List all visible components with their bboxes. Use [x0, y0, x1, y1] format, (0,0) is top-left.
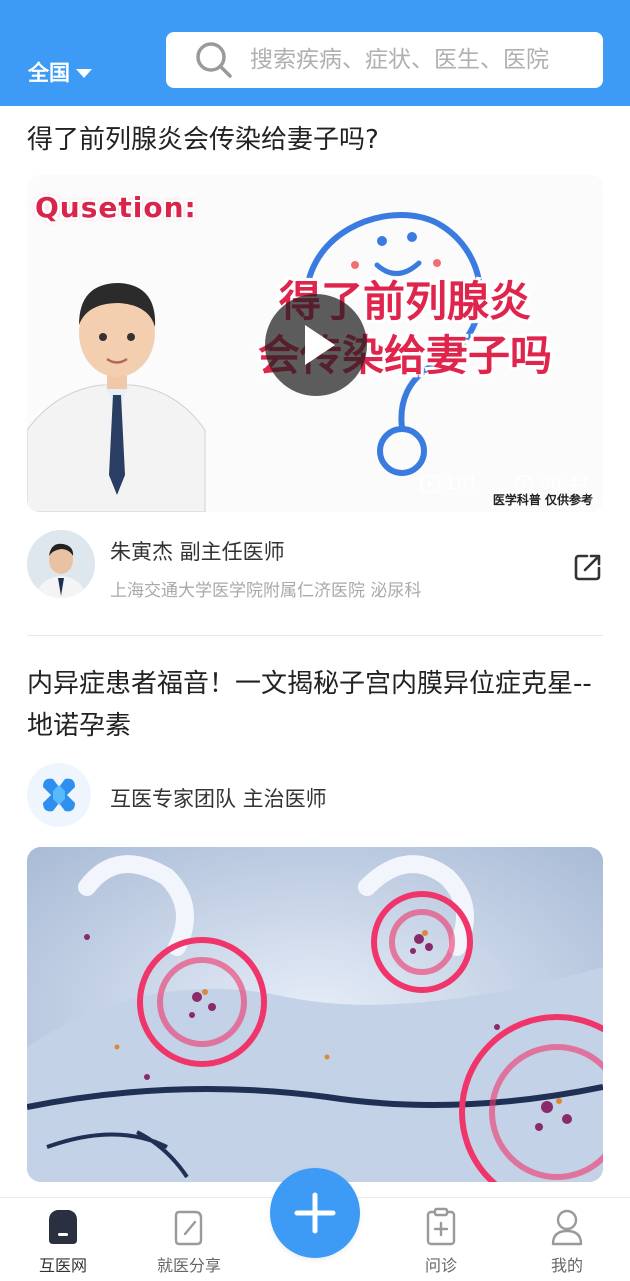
- play-icon: [305, 325, 335, 365]
- author-organization: 上海交通大学医学院附属仁济医院 泌尿科: [110, 581, 422, 601]
- views-count: 101: [445, 474, 478, 494]
- doctor-avatar-icon: [27, 530, 95, 598]
- region-label: 全国: [28, 61, 70, 85]
- article1-author-row[interactable]: 朱寅杰 副主任医师 上海交通大学医学院附属仁济医院 泌尿科: [27, 530, 603, 602]
- nav-item-consult[interactable]: 问诊: [396, 1206, 486, 1276]
- article2-cover-image[interactable]: [27, 847, 603, 1182]
- views-stat: 101: [420, 474, 478, 494]
- article2-title[interactable]: 内异症患者福音！一文揭秘子宫内膜异位症克星--地诺孕素: [27, 663, 597, 747]
- nav-label: 问诊: [424, 1256, 457, 1275]
- search-bar[interactable]: [166, 32, 603, 88]
- caret-down-icon: [76, 68, 92, 78]
- anatomy-illustration-graphic: [27, 847, 603, 1182]
- team-logo-icon[interactable]: [27, 763, 91, 827]
- play-button[interactable]: [265, 294, 367, 396]
- region-selector[interactable]: 全国: [28, 56, 92, 88]
- home-icon: [49, 1210, 77, 1244]
- avatar[interactable]: [27, 530, 95, 598]
- clipboard-plus-icon: [426, 1207, 456, 1246]
- play-count-icon: [420, 475, 439, 493]
- author-name-title: 互医专家团队 主治医师: [110, 787, 327, 811]
- edit-note-icon: [174, 1210, 203, 1246]
- search-icon: [196, 42, 232, 78]
- nav-item-share[interactable]: 就医分享: [144, 1206, 234, 1276]
- search-input[interactable]: [248, 46, 582, 74]
- plus-icon: [294, 1192, 336, 1234]
- share-icon[interactable]: [573, 552, 603, 582]
- author-name-title: 朱寅杰 副主任医师: [110, 540, 285, 564]
- nav-label: 就医分享: [156, 1256, 221, 1275]
- nav-item-home[interactable]: 互医网: [18, 1206, 108, 1276]
- add-post-button[interactable]: [270, 1168, 360, 1258]
- video-watermark: 医学科普 仅供参考: [492, 493, 593, 507]
- article2-author-row[interactable]: 互医专家团队 主治医师: [27, 763, 603, 827]
- person-icon: [551, 1209, 583, 1246]
- article1-title[interactable]: 得了前列腺炎会传染给妻子吗?: [27, 118, 607, 162]
- doctor-cartoon-graphic: [27, 255, 207, 512]
- huyi-logo-icon: [43, 778, 75, 812]
- video-question-tag: Qusetion:: [35, 191, 197, 224]
- nav-item-profile[interactable]: 我的: [522, 1206, 612, 1276]
- nav-label: 互医网: [38, 1256, 87, 1275]
- nav-label: 我的: [550, 1256, 583, 1275]
- article1-video[interactable]: Qusetion: 得了前列腺炎 会传染给妻子吗 101 00:44 医学科普 …: [27, 175, 603, 512]
- article-divider: [27, 635, 603, 636]
- top-header: 全国: [0, 0, 630, 106]
